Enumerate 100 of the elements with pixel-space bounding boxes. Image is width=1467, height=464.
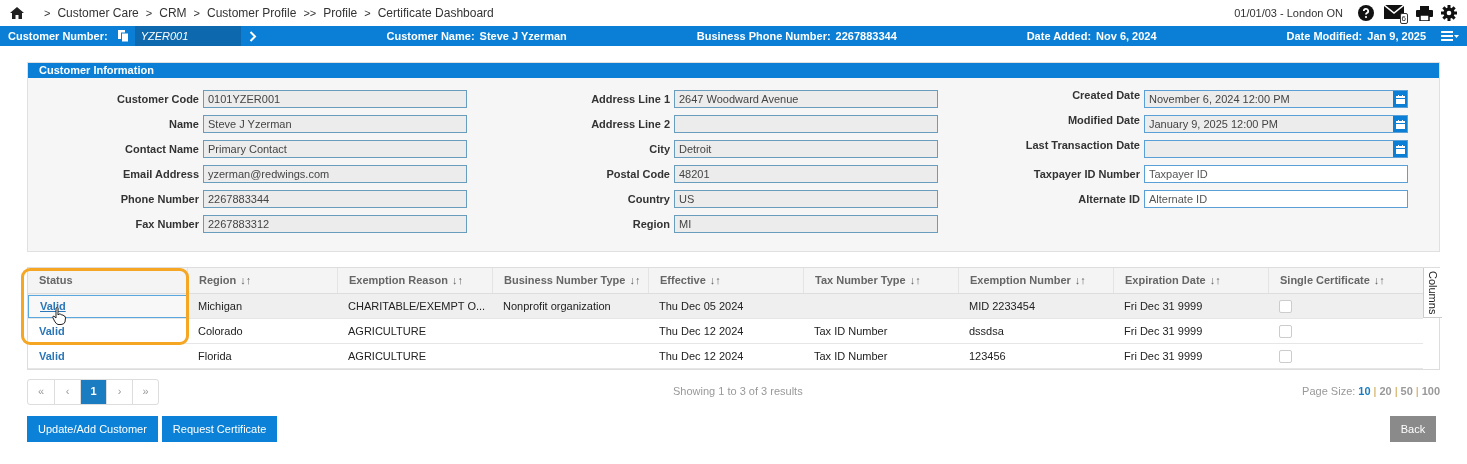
column-header[interactable]: Single Certificate	[1280, 272, 1370, 289]
sort-icon[interactable]: ↓↑	[1373, 272, 1385, 289]
breadcrumb-separator: >	[364, 5, 371, 21]
input-field[interactable]	[674, 115, 938, 133]
field-label: Phone Number	[119, 191, 200, 207]
table-row[interactable]: Valid Michigan CHARITABLE/EXEMPT O... Nonprofit organization Thu Dec 05 2024 MID 2233454 Fri Dec 31 9999	[28, 294, 1423, 319]
date-field[interactable]: January 9, 2025 12:00 PM	[1144, 115, 1408, 133]
field-label: Email Address	[122, 166, 200, 182]
breadcrumb-link[interactable]: CRM	[159, 4, 187, 22]
page-button[interactable]: 1	[80, 379, 106, 404]
header-value: Jan 9, 2025	[1367, 28, 1426, 44]
chevron-right-icon[interactable]	[248, 30, 257, 42]
field-label: Address Line 2	[590, 116, 671, 132]
field-label: Region	[631, 216, 671, 232]
page-button[interactable]: ›	[106, 379, 132, 404]
table-cell: Fri Dec 31 9999	[1124, 349, 1203, 362]
panel-title: Customer Information	[28, 63, 1439, 78]
table-cell: Michigan	[198, 299, 243, 312]
customer-number-field[interactable]: YZER001	[134, 26, 241, 46]
page-button[interactable]: »	[132, 379, 158, 404]
sort-icon[interactable]: ↓↑	[240, 272, 252, 289]
sort-icon[interactable]: ↓↑	[452, 272, 464, 289]
breadcrumb-separator: >	[193, 5, 200, 21]
column-header[interactable]: Business Number Type	[504, 272, 626, 289]
input-field[interactable]: Steve J Yzerman	[203, 115, 467, 133]
sort-icon[interactable]: ↓↑	[909, 272, 921, 289]
calendar-icon[interactable]	[1393, 91, 1407, 107]
input-field[interactable]: Detroit	[674, 140, 938, 158]
input-field[interactable]: MI	[674, 215, 938, 233]
column-header[interactable]: Region	[199, 272, 237, 289]
action-button[interactable]: Update/Add Customer	[27, 416, 158, 442]
input-field[interactable]: Taxpayer ID	[1144, 165, 1408, 183]
field-label: Fax Number	[134, 216, 200, 232]
table-cell: AGRICULTURE	[348, 324, 427, 337]
table-cell: CHARITABLE/EXEMPT O...	[348, 299, 486, 312]
header-value: 2267883344	[835, 28, 897, 44]
home-icon[interactable]	[10, 7, 24, 19]
sort-icon[interactable]: ↓↑	[1209, 272, 1221, 289]
column-header[interactable]: Exemption Number	[970, 272, 1071, 289]
input-field[interactable]: 2267883312	[203, 215, 467, 233]
field-label: Contact Name	[124, 141, 200, 157]
table-cell: AGRICULTURE	[348, 349, 427, 362]
menu-icon[interactable]	[1441, 30, 1459, 42]
column-header: Status	[39, 273, 73, 289]
column-header[interactable]: Exemption Reason	[349, 272, 449, 289]
header-label: Date Modified:	[1286, 28, 1363, 44]
sort-icon[interactable]: ↓↑	[1074, 272, 1086, 289]
status-link[interactable]: Valid	[39, 347, 65, 365]
input-field[interactable]: Primary Contact	[203, 140, 467, 158]
input-field[interactable]: yzerman@redwings.com	[203, 165, 467, 183]
checkbox[interactable]	[1279, 299, 1292, 313]
column-header[interactable]: Effective	[660, 272, 706, 289]
sort-icon[interactable]: ↓↑	[629, 272, 641, 289]
breadcrumb-separator: >	[44, 5, 51, 21]
input-field[interactable]: Alternate ID	[1144, 190, 1408, 208]
page-size-link[interactable]: 100	[1421, 383, 1440, 400]
back-button[interactable]: Back	[1390, 416, 1436, 442]
input-field[interactable]: 48201	[674, 165, 938, 183]
input-field[interactable]: 2647 Woodward Avenue	[674, 90, 938, 108]
location-text: 01/01/03 - London ON	[1234, 5, 1343, 21]
field-label: Last Transaction Date	[1024, 138, 1141, 153]
input-field[interactable]: US	[674, 190, 938, 208]
status-link[interactable]: Valid	[39, 322, 65, 340]
settings-icon[interactable]	[1441, 5, 1457, 21]
column-header[interactable]: Tax Number Type	[815, 272, 906, 289]
date-field[interactable]	[1144, 140, 1408, 158]
field-label: Created Date	[1071, 88, 1141, 103]
calendar-icon[interactable]	[1393, 116, 1407, 132]
breadcrumb-link[interactable]: Profile	[323, 4, 358, 22]
field-label: Alternate ID	[1077, 191, 1141, 207]
date-field[interactable]: November 6, 2024 12:00 PM	[1144, 90, 1408, 108]
checkbox[interactable]	[1279, 324, 1292, 338]
calendar-icon[interactable]	[1393, 141, 1407, 157]
action-button[interactable]: Request Certificate	[161, 416, 278, 442]
breadcrumb-separator: >>	[303, 5, 317, 21]
sort-icon[interactable]: ↓↑	[709, 272, 721, 289]
help-icon[interactable]	[1358, 5, 1374, 21]
header-value: Steve J Yzerman	[479, 28, 567, 44]
input-field[interactable]: 0101YZER001	[203, 90, 467, 108]
breadcrumb-link[interactable]: Certificate Dashboard	[377, 4, 494, 22]
page-size-link[interactable]: 20	[1379, 383, 1392, 400]
table-cell: Fri Dec 31 9999	[1124, 324, 1203, 337]
results-summary: Showing 1 to 3 of 3 results	[673, 384, 803, 400]
field-label: Modified Date	[1066, 113, 1141, 128]
table-cell: 123456	[969, 349, 1006, 362]
copy-icon[interactable]	[117, 30, 129, 42]
column-header[interactable]: Expiration Date	[1125, 272, 1206, 289]
breadcrumb-link[interactable]: Customer Care	[57, 4, 139, 22]
table-cell: Fri Dec 31 9999	[1124, 299, 1203, 312]
columns-tab[interactable]: Columns	[1423, 268, 1442, 318]
field-label: Address Line 1	[590, 91, 671, 107]
field-label: Postal Code	[605, 166, 671, 182]
input-field[interactable]: 2267883344	[203, 190, 467, 208]
checkbox[interactable]	[1279, 349, 1292, 363]
breadcrumb-link[interactable]: Customer Profile	[207, 4, 297, 22]
page-button[interactable]: «	[28, 379, 54, 404]
breadcrumb-separator: >	[145, 5, 153, 21]
page-size-link[interactable]: 10	[1358, 383, 1371, 400]
page-size-link[interactable]: 50	[1400, 383, 1413, 400]
print-icon[interactable]	[1416, 5, 1433, 21]
